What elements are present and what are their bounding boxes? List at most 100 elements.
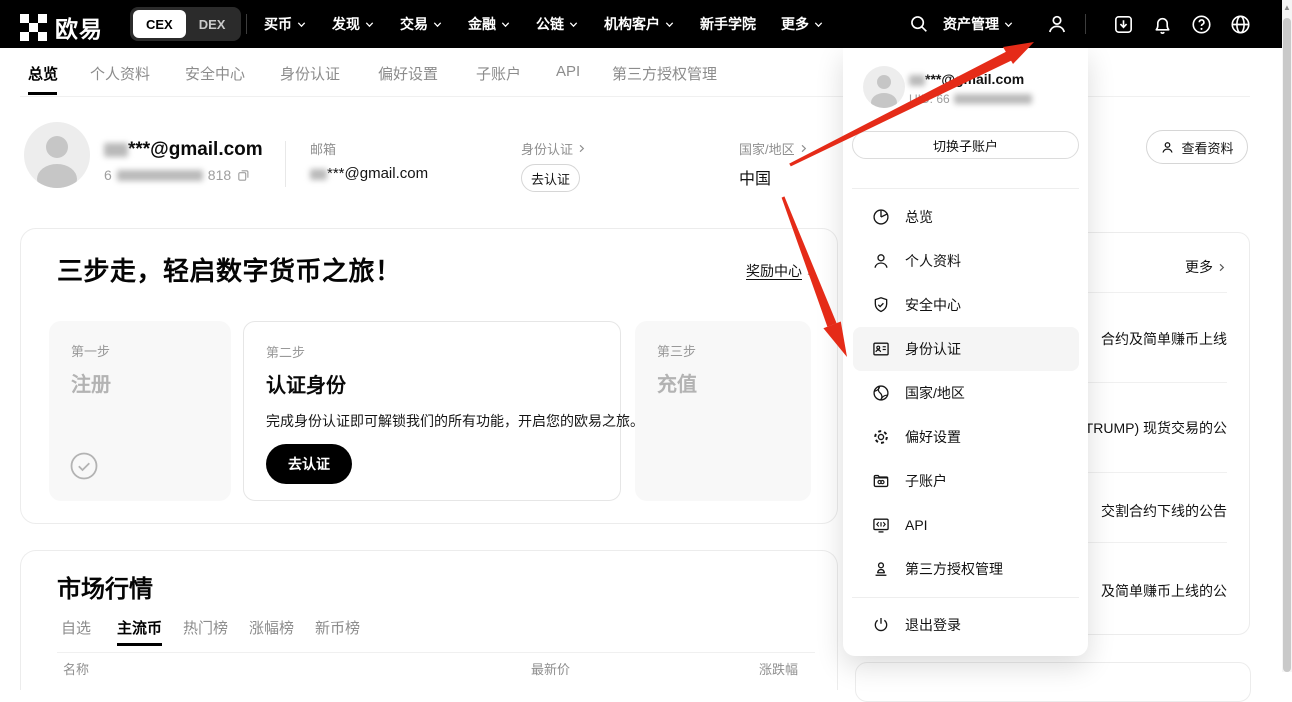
- okx-logo-icon: [20, 14, 47, 41]
- market-col-name: 名称: [63, 659, 89, 678]
- market-tab-new[interactable]: 新币榜: [315, 617, 360, 638]
- gear-icon: [871, 427, 891, 447]
- dropdown-item-logout[interactable]: 退出登录: [853, 603, 1079, 647]
- language-button[interactable]: [1229, 0, 1252, 48]
- view-profile-button[interactable]: 查看资料: [1146, 130, 1248, 164]
- cex-dex-toggle: CEX DEX: [130, 7, 241, 41]
- stamp-icon: [871, 559, 891, 579]
- tab-preferences[interactable]: 偏好设置: [378, 63, 438, 84]
- chevron-down-icon: [568, 19, 579, 30]
- dropdown-item-third-party[interactable]: 第三方授权管理: [853, 547, 1079, 591]
- account-uid: 6818: [104, 167, 251, 183]
- menu-item-buy[interactable]: 买币: [264, 14, 307, 34]
- chevron-down-icon: [664, 19, 675, 30]
- step-card-register: 第一步 注册: [49, 321, 231, 501]
- pie-chart-icon: [871, 207, 891, 227]
- announcement-item[interactable]: 交割合约下线的公告: [1101, 501, 1227, 521]
- region-field-value: 中国: [739, 165, 809, 189]
- announcement-item[interactable]: TRUMP) 现货交易的公: [1085, 418, 1227, 438]
- dropdown-item-region[interactable]: 国家/地区: [853, 371, 1079, 415]
- email-field-value: ***@gmail.com: [310, 165, 428, 182]
- id-card-icon: [871, 339, 891, 359]
- dropdown-item-subaccount[interactable]: 子账户: [853, 459, 1079, 503]
- dropdown-item-overview[interactable]: 总览: [853, 195, 1079, 239]
- help-button[interactable]: [1190, 0, 1213, 48]
- menu-item-academy[interactable]: 新手学院: [700, 14, 756, 34]
- tab-third-party[interactable]: 第三方授权管理: [612, 63, 717, 84]
- dex-toggle-button[interactable]: DEX: [186, 10, 239, 38]
- market-tab-hot[interactable]: 热门榜: [183, 617, 228, 638]
- kyc-verify-button[interactable]: 去认证: [521, 164, 580, 192]
- tab-kyc[interactable]: 身份认证: [280, 63, 340, 84]
- blurred-text: [909, 75, 925, 86]
- menu-item-finance[interactable]: 金融: [468, 14, 511, 34]
- top-menu: 买币 发现 交易 金融 公链 机构客户 新手学院 更多: [264, 0, 824, 48]
- region-field-label[interactable]: 国家/地区: [739, 139, 809, 158]
- dropdown-item-profile[interactable]: 个人资料: [853, 239, 1079, 283]
- search-button[interactable]: [908, 0, 930, 48]
- scroll-up-arrow[interactable]: ▲: [1282, 2, 1292, 14]
- announcement-item[interactable]: 及简单赚币上线的公: [1101, 581, 1227, 601]
- assets-menu[interactable]: 资产管理: [943, 0, 1014, 48]
- menu-item-discover[interactable]: 发现: [332, 14, 375, 34]
- step-title: 认证身份: [266, 369, 598, 398]
- tab-security[interactable]: 安全中心: [185, 63, 245, 84]
- dropdown-item-api[interactable]: API: [853, 503, 1079, 547]
- dropdown-uid: UID: 66: [909, 92, 1032, 106]
- dropdown-email: ***@gmail.com: [909, 71, 1024, 87]
- tab-overview[interactable]: 总览: [28, 63, 58, 84]
- subaccount-icon: [871, 471, 891, 491]
- menu-item-institutional[interactable]: 机构客户: [604, 14, 675, 34]
- cex-toggle-button[interactable]: CEX: [133, 10, 186, 38]
- go-verify-button[interactable]: 去认证: [266, 444, 352, 484]
- market-tab-gainers[interactable]: 涨幅榜: [249, 617, 294, 638]
- dropdown-item-preferences[interactable]: 偏好设置: [853, 415, 1079, 459]
- dropdown-item-kyc[interactable]: 身份认证: [853, 327, 1079, 371]
- announcement-item[interactable]: 合约及简单赚币上线: [1101, 329, 1227, 349]
- market-tab-mainstream[interactable]: 主流币: [117, 617, 162, 638]
- account-button[interactable]: [1045, 0, 1069, 48]
- panel-divider: [852, 188, 1079, 189]
- reward-center-link[interactable]: 奖励中心: [746, 261, 815, 281]
- blurred-text: [310, 169, 327, 180]
- step-tag: 第二步: [266, 342, 598, 361]
- profile-avatar: [24, 122, 90, 188]
- menu-item-trade[interactable]: 交易: [400, 14, 443, 34]
- tab-subaccount[interactable]: 子账户: [476, 63, 521, 84]
- tab-api[interactable]: API: [556, 63, 580, 80]
- menu-item-chain[interactable]: 公链: [536, 14, 579, 34]
- navbar-divider: [246, 14, 247, 34]
- check-circle-icon: [69, 451, 99, 481]
- menu-item-more[interactable]: 更多: [781, 14, 824, 34]
- brand[interactable]: 欧易: [20, 10, 103, 44]
- user-icon: [1045, 12, 1069, 36]
- step-card-verify: 第二步 认证身份 完成身份认证即可解锁我们的所有功能，开启您的欧易之旅。 去认证: [243, 321, 621, 501]
- kyc-field-label[interactable]: 身份认证: [521, 139, 587, 158]
- copy-icon[interactable]: [236, 168, 251, 183]
- chevron-down-icon: [432, 19, 443, 30]
- next-card-edge: [855, 662, 1251, 702]
- tab-profile[interactable]: 个人资料: [90, 63, 150, 84]
- active-market-tab-underline: [117, 643, 162, 646]
- dropdown-item-security[interactable]: 安全中心: [853, 283, 1079, 327]
- user-icon: [1160, 140, 1175, 155]
- profile-divider: [285, 141, 286, 187]
- scrollbar-thumb[interactable]: [1283, 18, 1291, 672]
- search-icon: [908, 13, 930, 35]
- page-scrollbar[interactable]: ▲: [1282, 0, 1292, 672]
- chevron-right-icon: [576, 143, 587, 154]
- navbar-divider: [1085, 14, 1086, 34]
- notifications-button[interactable]: [1151, 0, 1174, 48]
- blurred-text: [117, 170, 203, 181]
- help-icon: [1190, 13, 1213, 36]
- blurred-text: [104, 143, 128, 157]
- api-icon: [871, 515, 891, 535]
- chevron-down-icon: [296, 19, 307, 30]
- chevron-down-icon: [364, 19, 375, 30]
- globe-icon: [871, 383, 891, 403]
- announcements-more-link[interactable]: 更多: [1185, 257, 1227, 277]
- download-app-button[interactable]: [1112, 0, 1135, 48]
- market-tab-favorites[interactable]: 自选: [61, 617, 91, 638]
- top-navbar: 欧易 CEX DEX 买币 发现 交易 金融 公链 机构客户 新手学院 更多 资…: [0, 0, 1292, 48]
- switch-subaccount-button[interactable]: 切换子账户: [852, 131, 1079, 159]
